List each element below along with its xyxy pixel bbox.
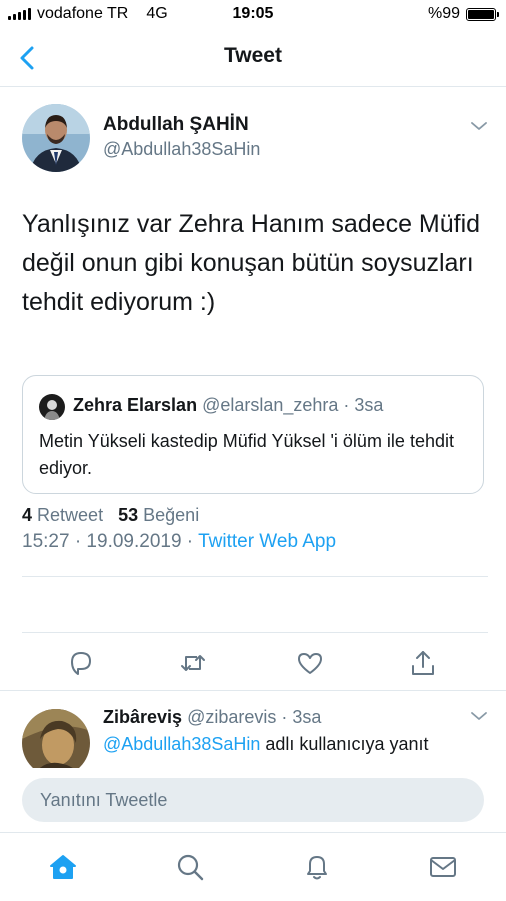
quote-avatar-photo (39, 394, 65, 420)
author-name[interactable]: Abdullah ŞAHİN (103, 114, 249, 136)
reply-context: @Abdullah38SaHin adlı kullanıcıya yanıt (103, 734, 428, 755)
chevron-down-icon (471, 712, 487, 720)
like-button[interactable] (295, 648, 325, 678)
tab-bar (0, 832, 506, 901)
divider (22, 576, 488, 577)
tab-search[interactable] (174, 851, 206, 883)
share-icon (412, 651, 434, 675)
quote-author-name: Zehra Elarslan (73, 395, 198, 415)
retweet-stat[interactable]: 4 Retweet (22, 505, 103, 525)
quote-meta: @elarslan_zehra · 3sa (202, 395, 384, 415)
author-handle[interactable]: @Abdullah38SaHin (103, 139, 260, 160)
search-icon (177, 854, 204, 881)
reply-avatar[interactable] (22, 709, 90, 768)
tweet-timestamp: 15:27 · 19.09.2019 · Twitter Web App (22, 531, 336, 553)
tab-messages[interactable] (427, 851, 459, 883)
tweet-menu-button[interactable] (470, 117, 488, 135)
reply-author-name[interactable]: Zibâreviş (103, 707, 182, 727)
status-bar: vodafone TR 4G 19:05 %99 (0, 0, 506, 30)
page-title: Tweet (224, 44, 282, 67)
tab-home[interactable] (47, 851, 79, 883)
tweet-stats: 4 Retweet 53 Beğeni (22, 505, 209, 526)
like-stat[interactable]: 53 Beğeni (118, 505, 199, 525)
timestamp-text: 15:27 · 19.09.2019 · (22, 531, 199, 552)
notifications-icon (307, 856, 327, 880)
battery-percent: %99 (427, 5, 460, 22)
reply-compose-bar (0, 768, 506, 832)
tweet-source-link[interactable]: Twitter Web App (198, 531, 336, 552)
retweet-button[interactable] (178, 648, 208, 678)
reply-avatar-photo (22, 709, 90, 768)
chevron-down-icon (471, 122, 487, 130)
quote-header: Zehra Elarslan @elarslan_zehra · 3sa (73, 395, 383, 416)
reply-header: Zibâreviş @zibarevis · 3sa (103, 707, 321, 728)
retweet-label: Retweet (37, 505, 104, 525)
nav-bar: Tweet (0, 30, 506, 87)
reply-context-label: adlı kullanıcıya yanıt (260, 734, 429, 754)
quote-text: Metin Yükseli kastedip Müfid Yüksel 'i ö… (39, 431, 454, 478)
battery-level (468, 9, 494, 19)
quote-avatar (39, 394, 65, 420)
reply-button[interactable] (66, 648, 96, 678)
like-icon (298, 653, 322, 674)
messages-icon (430, 857, 456, 877)
reply-mention-link[interactable]: @Abdullah38SaHin (103, 734, 260, 754)
reply-icon (71, 652, 91, 675)
like-label: Beğeni (143, 505, 200, 525)
tweet-text: Yanlışınız var Zehra Hanım sadece Müfid … (22, 210, 481, 316)
status-right: %99 (427, 5, 499, 23)
author-avatar[interactable] (22, 104, 90, 172)
avatar-photo (22, 104, 90, 172)
share-button[interactable] (408, 648, 438, 678)
tweet-actions (0, 640, 506, 688)
home-icon (50, 855, 76, 879)
retweet-icon (181, 655, 205, 671)
battery-icon (466, 7, 499, 21)
tab-notifications[interactable] (301, 851, 333, 883)
reply-meta: @zibarevis · 3sa (187, 707, 322, 727)
reply-tweet[interactable]: Zibâreviş @zibarevis · 3sa @Abdullah38Sa… (0, 691, 506, 768)
divider (22, 632, 488, 633)
quoted-tweet[interactable]: Zehra Elarslan @elarslan_zehra · 3sa Met… (22, 375, 484, 494)
like-count: 53 (118, 505, 139, 525)
reply-input[interactable] (22, 778, 484, 822)
reply-menu-button[interactable] (470, 707, 488, 725)
retweet-count: 4 (22, 505, 33, 525)
